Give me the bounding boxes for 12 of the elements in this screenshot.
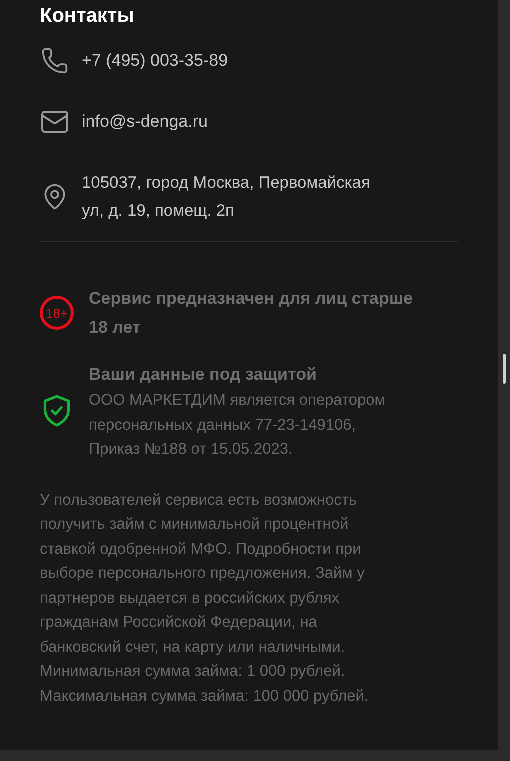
disclaimer-text: У пользователей сервиса есть возможность получить займ с минимальной процентной ставкой одобренной МФО. Подробности при выборе персонального предложения. Займ у партнеров выдается в российских рублях гражданам Российской Федерации, на банковский счет, на карту или наличными. Минимальная сумма займа: 1 000 рублей. Максимальная сумма займа: 100 000 рублей. <box>40 490 370 706</box>
address-text: 105037, город Москва, Первомайская ул, д. 19, помещ. 2п <box>82 173 372 222</box>
section-title: Контакты <box>40 4 136 29</box>
scrollbar-thumb[interactable] <box>503 354 506 384</box>
phone-icon <box>41 47 69 75</box>
notice-title: Ваши данные под защитой <box>89 364 318 386</box>
age-limit-badge: 18+ <box>40 296 74 330</box>
phone-number[interactable]: +7 (495) 003-35-89 <box>82 47 228 75</box>
shield-check-icon <box>41 394 73 428</box>
notice-text: ООО МАРКЕТДИМ является оператором персональных данных 77-23-149106, Приказ №188 от 15.05.2023. <box>89 391 386 460</box>
notice-title: Сервис предназначен для лиц старше 18 лет <box>89 288 414 339</box>
email-address[interactable]: info@s-denga.ru <box>82 108 208 136</box>
